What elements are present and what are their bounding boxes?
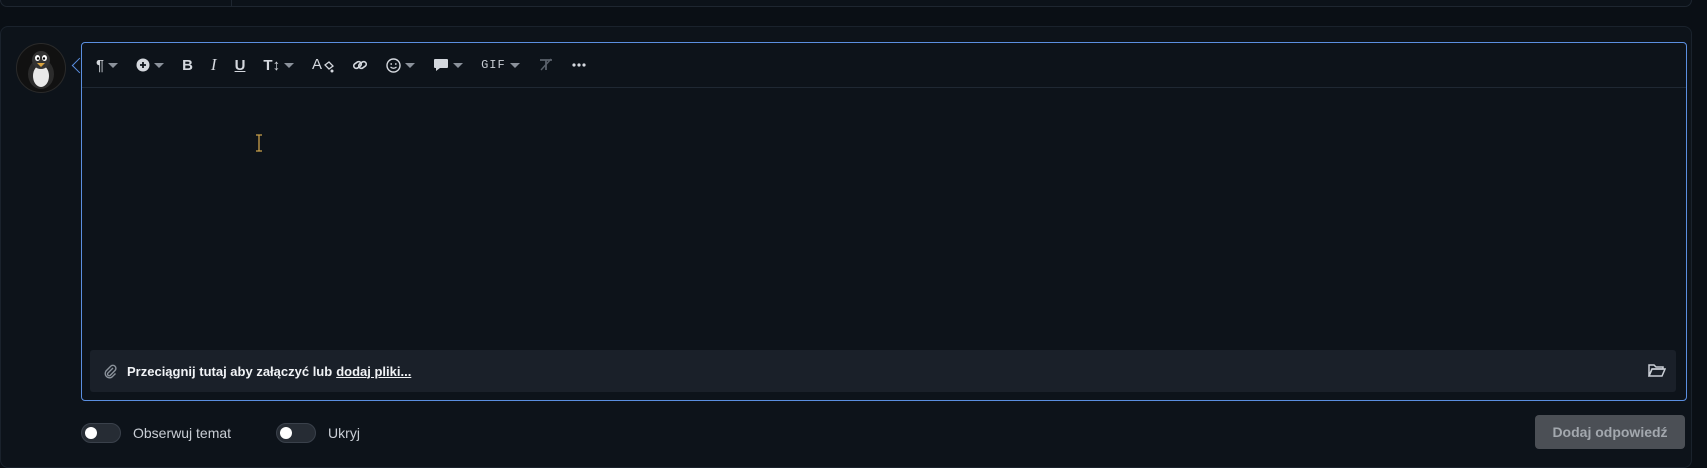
insert-menu-button[interactable]	[136, 51, 165, 79]
watch-thread-toggle[interactable]	[81, 423, 121, 443]
post-editor: ¶ B I U T↕ A GIF Przeciągnij tutaj aby z…	[81, 42, 1687, 401]
font-color-button[interactable]: A	[312, 51, 335, 79]
emoji-button[interactable]	[386, 51, 416, 79]
reply-options: Obserwuj temat Ukryj	[81, 423, 360, 443]
attachment-hint: Przeciągnij tutaj aby załączyć lub	[127, 363, 333, 379]
chevron-down-icon	[284, 62, 295, 68]
underline-button[interactable]: U	[235, 51, 246, 79]
paint-bucket-icon: A	[312, 56, 335, 73]
paragraph-icon: ¶	[96, 56, 105, 74]
avatar	[16, 43, 66, 93]
attachment-dropzone[interactable]: Przeciągnij tutaj aby załączyć lub dodaj…	[90, 350, 1676, 392]
bold-icon: B	[182, 56, 193, 74]
chevron-down-icon	[405, 62, 416, 68]
watch-thread-label: Obserwuj temat	[133, 425, 232, 441]
chevron-down-icon	[509, 62, 520, 68]
svg-text:A: A	[312, 56, 322, 73]
ellipsis-icon	[572, 63, 586, 67]
smiley-icon	[386, 57, 401, 73]
chevron-down-icon	[453, 62, 464, 68]
submit-reply-button[interactable]: Dodaj odpowiedź	[1535, 415, 1685, 449]
hide-label: Ukryj	[328, 425, 360, 441]
gif-icon: GIF	[481, 58, 506, 72]
bold-button[interactable]: B	[182, 51, 193, 79]
gif-button[interactable]: GIF	[481, 51, 520, 79]
chevron-down-icon	[154, 62, 165, 68]
underline-icon: U	[234, 56, 246, 74]
text-size-button[interactable]: T↕	[263, 51, 295, 79]
chevron-down-icon	[108, 62, 119, 68]
add-files-link[interactable]: dodaj pliki...	[336, 364, 411, 379]
quote-button[interactable]	[433, 51, 464, 79]
italic-icon: I	[210, 55, 217, 74]
text-size-icon: T↕	[263, 56, 281, 74]
penguin-avatar-icon	[17, 44, 65, 92]
text-cursor-icon	[256, 134, 262, 152]
footer-divider	[231, 0, 232, 6]
paragraph-format-button[interactable]: ¶	[96, 51, 119, 79]
clear-format-icon	[539, 58, 552, 71]
clear-formatting-button[interactable]	[538, 51, 554, 79]
insert-link-button[interactable]	[352, 51, 368, 79]
message-textarea[interactable]	[82, 89, 1686, 345]
previous-post-footer	[0, 0, 1692, 7]
italic-button[interactable]: I	[211, 51, 217, 79]
editor-toolbar: ¶ B I U T↕ A GIF	[82, 43, 1686, 88]
plus-circle-icon	[136, 58, 150, 72]
link-icon	[353, 60, 368, 70]
folder-open-icon[interactable]	[1648, 362, 1666, 378]
hide-toggle[interactable]	[276, 423, 317, 443]
more-options-button[interactable]	[572, 51, 586, 79]
paperclip-icon	[104, 364, 117, 379]
speech-bubble-icon	[434, 58, 449, 71]
